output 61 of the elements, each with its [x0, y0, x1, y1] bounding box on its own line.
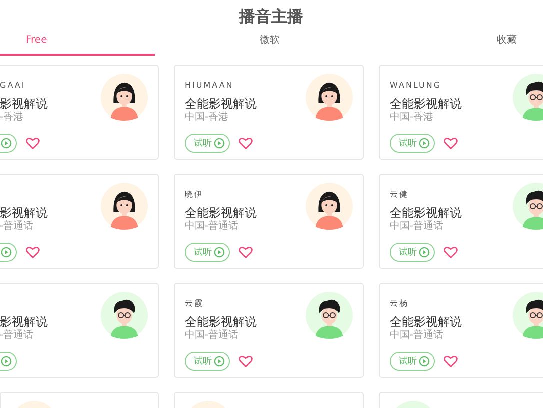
voice-description: 全能影视解说 — [390, 315, 462, 329]
page-title: 播音主播 — [238, 6, 304, 28]
listen-button[interactable] — [0, 134, 17, 153]
voice-name: 晓伊 — [185, 189, 205, 201]
voice-name: 云杨 — [390, 298, 410, 310]
voice-region: -香港 — [0, 111, 25, 124]
play-icon — [1, 247, 12, 258]
heart-icon[interactable] — [239, 355, 253, 368]
voice-description: 影视解说 — [0, 97, 48, 111]
woman-avatar-icon — [101, 183, 148, 230]
voice-region: -普通话 — [0, 329, 35, 342]
voice-region: 中国-普通话 — [390, 220, 445, 233]
voice-name: 云健 — [390, 189, 410, 201]
listen-button[interactable] — [0, 243, 17, 262]
heart-icon[interactable] — [444, 355, 458, 368]
voice-region: 中国-普通话 — [185, 329, 240, 342]
heart-icon[interactable] — [26, 246, 40, 259]
play-icon — [419, 247, 430, 258]
voice-name: GAAI — [0, 80, 27, 92]
woman-avatar-icon — [101, 74, 148, 121]
heart-icon[interactable] — [239, 137, 253, 150]
voice-name: 云霞 — [185, 298, 205, 310]
tab[interactable]: 微软 — [155, 28, 385, 56]
play-icon — [419, 356, 430, 367]
voice-name: HIUMAAN — [185, 80, 235, 92]
listen-button[interactable]: 试听 — [390, 352, 435, 371]
voice-description: 全能影视解说 — [185, 206, 257, 220]
play-icon — [1, 138, 12, 149]
heart-icon[interactable] — [26, 137, 40, 150]
play-icon — [419, 138, 430, 149]
tab[interactable]: Free — [0, 28, 155, 56]
voice-region: 中国-香港 — [390, 111, 435, 124]
voice-region: 中国-香港 — [185, 111, 230, 124]
man-avatar-icon — [101, 292, 148, 339]
voice-description: 全能影视解说 — [390, 206, 462, 220]
woman-avatar-icon — [306, 183, 353, 230]
heart-icon[interactable] — [444, 246, 458, 259]
voice-name: WANLUNG — [390, 80, 443, 92]
listen-button[interactable]: 试听 — [390, 134, 435, 153]
listen-button[interactable]: 试听 — [185, 243, 230, 262]
voice-description: 影视解说 — [0, 206, 48, 220]
listen-button[interactable]: 试听 — [390, 243, 435, 262]
voice-description: 影视解说 — [0, 315, 48, 329]
play-icon — [214, 356, 225, 367]
man-avatar-icon — [306, 292, 353, 339]
play-icon — [1, 356, 12, 367]
play-icon — [214, 138, 225, 149]
woman-avatar-icon — [306, 74, 353, 121]
heart-icon[interactable] — [444, 137, 458, 150]
voice-description: 全能影视解说 — [185, 315, 257, 329]
heart-icon[interactable] — [239, 246, 253, 259]
voice-region: -普通话 — [0, 220, 35, 233]
listen-button[interactable] — [0, 352, 17, 371]
listen-button[interactable]: 试听 — [185, 352, 230, 371]
voice-region: 中国-普通话 — [185, 220, 240, 233]
listen-button[interactable]: 试听 — [185, 134, 230, 153]
play-icon — [214, 247, 225, 258]
voice-description: 全能影视解说 — [185, 97, 257, 111]
tab[interactable]: 收藏 — [385, 28, 543, 56]
voice-region: 中国-普通话 — [390, 329, 445, 342]
voice-description: 全能影视解说 — [390, 97, 462, 111]
